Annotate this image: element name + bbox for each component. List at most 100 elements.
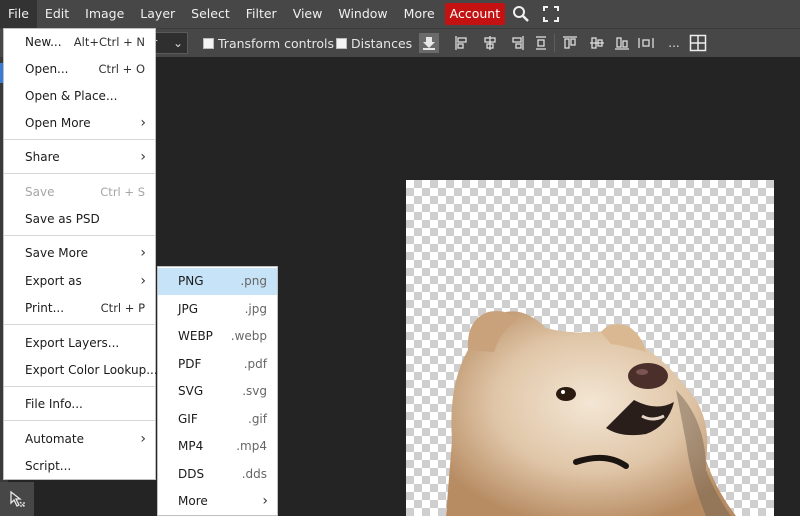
menu-item-label: Print... bbox=[25, 301, 65, 315]
export-svg[interactable]: SVG .svg bbox=[158, 378, 277, 405]
menu-divider bbox=[4, 173, 155, 174]
menu-item-label: Share bbox=[25, 150, 60, 164]
menu-item-automate[interactable]: Automate › bbox=[4, 426, 155, 452]
more-options-icon[interactable]: ... bbox=[664, 33, 684, 53]
menu-item-export-layers[interactable]: Export Layers... bbox=[4, 330, 155, 356]
menu-select[interactable]: Select bbox=[183, 0, 238, 28]
export-extension: .pdf bbox=[243, 357, 267, 371]
export-format-label: PNG bbox=[178, 274, 204, 288]
menu-item-label: File Info... bbox=[25, 397, 83, 411]
menu-item-label: Script... bbox=[25, 459, 72, 473]
distances-checkbox[interactable]: Distances bbox=[336, 36, 412, 51]
export-format-label: MP4 bbox=[178, 439, 204, 453]
menu-divider bbox=[4, 139, 155, 140]
menu-item-save-as-psd[interactable]: Save as PSD bbox=[4, 206, 155, 232]
chevron-right-icon: › bbox=[140, 115, 146, 131]
menu-window[interactable]: Window bbox=[330, 0, 395, 28]
distribute-vertical-icon[interactable] bbox=[531, 33, 551, 53]
menu-view[interactable]: View bbox=[285, 0, 331, 28]
menu-item-open-and-place[interactable]: Open & Place... bbox=[4, 83, 155, 109]
menu-image[interactable]: Image bbox=[77, 0, 132, 28]
menu-item-share[interactable]: Share › bbox=[4, 144, 155, 170]
export-webp[interactable]: WEBP .webp bbox=[158, 323, 277, 350]
menu-divider bbox=[4, 235, 155, 236]
align-center-h-icon[interactable] bbox=[480, 33, 500, 53]
export-extension: .jpg bbox=[244, 302, 267, 316]
export-png[interactable]: PNG .png bbox=[158, 268, 277, 295]
menu-item-shortcut: Ctrl + S bbox=[100, 185, 145, 199]
menu-item-print[interactable]: Print... Ctrl + P bbox=[4, 295, 155, 321]
menu-more[interactable]: More bbox=[396, 0, 443, 28]
align-bottom-icon[interactable] bbox=[612, 33, 632, 53]
menu-item-new[interactable]: New... Alt+Ctrl + N bbox=[4, 29, 155, 55]
menu-divider bbox=[4, 386, 155, 387]
export-format-label: SVG bbox=[178, 384, 204, 398]
menu-item-shortcut: Ctrl + O bbox=[98, 62, 145, 76]
distances-label: Distances bbox=[351, 36, 413, 51]
export-format-label: GIF bbox=[178, 412, 198, 426]
export-format-label: WEBP bbox=[178, 329, 213, 343]
grid-icon[interactable] bbox=[688, 33, 708, 53]
checkbox-box[interactable] bbox=[203, 38, 214, 49]
export-gif[interactable]: GIF .gif bbox=[158, 406, 277, 433]
menu-filter[interactable]: Filter bbox=[238, 0, 285, 28]
menu-layer[interactable]: Layer bbox=[132, 0, 183, 28]
export-format-label: PDF bbox=[178, 357, 202, 371]
chevron-right-icon: › bbox=[140, 149, 146, 165]
chevron-right-icon: › bbox=[140, 245, 146, 261]
export-format-label: DDS bbox=[178, 467, 205, 481]
export-as-submenu: PNG .png JPG .jpg WEBP .webp PDF .pdf SV… bbox=[157, 266, 278, 516]
export-dds[interactable]: DDS .dds bbox=[158, 461, 277, 488]
menu-item-label: Save bbox=[25, 185, 55, 199]
menu-item-script[interactable]: Script... bbox=[4, 453, 155, 479]
menu-item-file-info[interactable]: File Info... bbox=[4, 391, 155, 417]
account-button[interactable]: Account bbox=[444, 3, 506, 25]
dog-photo bbox=[446, 311, 736, 516]
align-center-v-icon[interactable] bbox=[587, 33, 607, 53]
move-tool-icon[interactable] bbox=[0, 482, 34, 516]
search-icon[interactable] bbox=[507, 0, 535, 28]
export-pdf[interactable]: PDF .pdf bbox=[158, 351, 277, 378]
chevron-down-icon: ⌄ bbox=[172, 36, 183, 50]
menu-file[interactable]: File bbox=[0, 0, 37, 28]
export-jpg[interactable]: JPG .jpg bbox=[158, 296, 277, 323]
menu-bar: File Edit Image Layer Select Filter View… bbox=[0, 0, 800, 28]
menu-item-open[interactable]: Open... Ctrl + O bbox=[4, 56, 155, 82]
menu-item-label: Open... bbox=[25, 62, 69, 76]
export-format-label: JPG bbox=[178, 302, 199, 316]
menu-item-export-as[interactable]: Export as › bbox=[4, 268, 155, 294]
chevron-right-icon: › bbox=[140, 273, 146, 289]
chevron-right-icon: › bbox=[262, 493, 268, 509]
menu-item-label: Open More bbox=[25, 116, 91, 130]
menu-item-save-more[interactable]: Save More › bbox=[4, 240, 155, 266]
file-menu-dropdown: New... Alt+Ctrl + N Open... Ctrl + O Ope… bbox=[3, 28, 158, 480]
menu-divider bbox=[4, 420, 155, 421]
menu-item-shortcut: Ctrl + P bbox=[100, 301, 145, 315]
menu-item-open-more[interactable]: Open More › bbox=[4, 110, 155, 136]
align-top-icon[interactable] bbox=[560, 33, 580, 53]
menu-item-label: Automate bbox=[25, 432, 84, 446]
align-right-icon[interactable] bbox=[507, 33, 527, 53]
export-extension: .dds bbox=[241, 467, 267, 481]
export-mp4[interactable]: MP4 .mp4 bbox=[158, 433, 277, 460]
fullscreen-icon[interactable] bbox=[537, 0, 565, 28]
export-format-label: More bbox=[178, 494, 208, 508]
align-left-icon[interactable] bbox=[452, 33, 472, 53]
checkbox-box[interactable] bbox=[336, 38, 347, 49]
export-more[interactable]: More › bbox=[158, 488, 277, 515]
menu-item-shortcut: Alt+Ctrl + N bbox=[73, 35, 145, 49]
menu-item-save: Save Ctrl + S bbox=[4, 179, 155, 205]
menu-item-label: Export as bbox=[25, 274, 82, 288]
download-icon[interactable] bbox=[419, 33, 439, 53]
transform-controls-label: Transform controls bbox=[218, 36, 334, 51]
menu-item-export-color-lookup[interactable]: Export Color Lookup... bbox=[4, 357, 158, 383]
export-extension: .svg bbox=[242, 384, 267, 398]
document-canvas[interactable] bbox=[406, 180, 774, 516]
distribute-horizontal-icon[interactable] bbox=[636, 33, 656, 53]
menu-item-label: Open & Place... bbox=[25, 89, 118, 103]
transform-controls-checkbox[interactable]: Transform controls bbox=[203, 36, 334, 51]
menu-edit[interactable]: Edit bbox=[37, 0, 77, 28]
chevron-right-icon: › bbox=[140, 431, 146, 447]
menu-item-label: Export Color Lookup... bbox=[25, 363, 158, 377]
toolbar-divider bbox=[554, 34, 555, 52]
